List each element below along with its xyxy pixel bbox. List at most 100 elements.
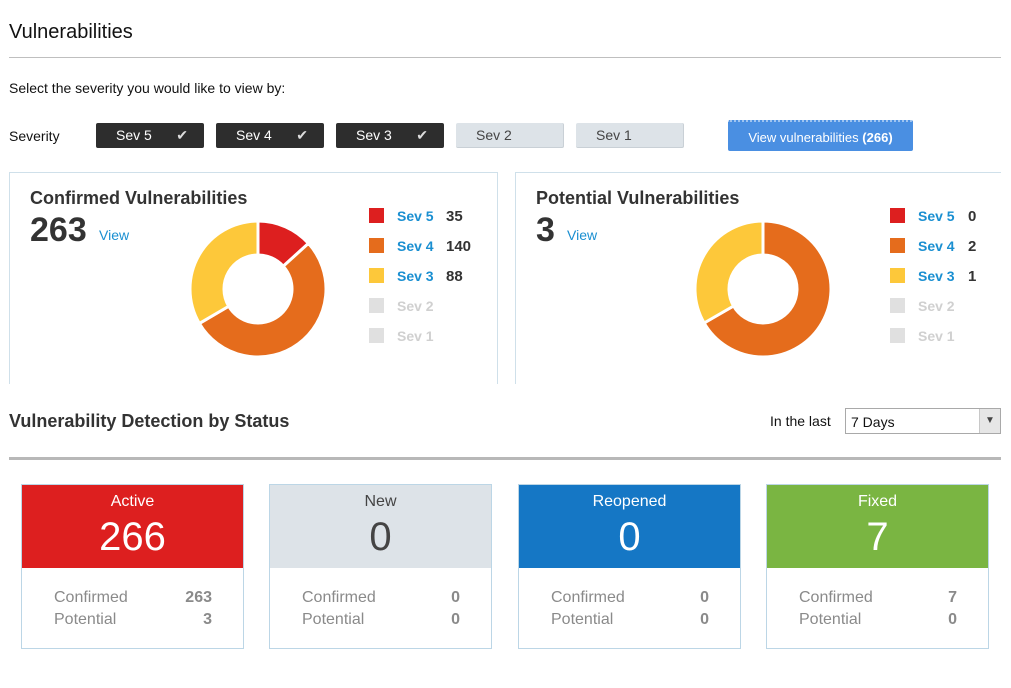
confirmed-legend-swatch xyxy=(369,208,384,223)
confirmed-vulnerabilities-card: Confirmed Vulnerabilities 263 View Sev 5… xyxy=(9,172,498,384)
confirmed-title: Confirmed Vulnerabilities xyxy=(30,188,248,208)
status-tile-header: Fixed 7 xyxy=(767,485,988,568)
sev3-toggle-label: Sev 3 xyxy=(356,127,392,143)
status-tile-potential-row: Potential 0 xyxy=(799,611,957,631)
status-tile-total: 7 xyxy=(866,515,889,559)
sev4-toggle[interactable]: Sev 4 ✔ xyxy=(216,123,324,148)
status-tile-label: Active xyxy=(110,493,155,510)
potential-legend-row[interactable]: Sev 5 0 xyxy=(890,207,1010,225)
status-tile-confirmed-row: Confirmed 263 xyxy=(54,589,212,609)
potential-value: 0 xyxy=(700,611,709,628)
status-tile-total: 0 xyxy=(618,515,641,559)
potential-vulnerabilities-card: Potential Vulnerabilities 3 View Sev 50S… xyxy=(515,172,1001,384)
sev5-toggle[interactable]: Sev 5 ✔ xyxy=(96,123,204,148)
confirmed-value: 0 xyxy=(451,589,460,606)
status-tile-header: New 0 xyxy=(270,485,491,568)
check-icon: ✔ xyxy=(296,127,308,143)
confirmed-value: 263 xyxy=(185,589,212,606)
view-vulnerabilities-count: (266) xyxy=(862,130,893,145)
potential-total: 3 xyxy=(536,211,555,249)
sev1-toggle[interactable]: Sev 1 xyxy=(576,123,684,148)
sev2-toggle-label: Sev 2 xyxy=(476,127,512,143)
severity-prompt: Select the severity you would like to vi… xyxy=(9,80,286,96)
confirmed-legend: Sev 5 35 Sev 4 140 Sev 3 88 Sev 2 Sev 1 xyxy=(369,207,489,347)
status-tile-confirmed-row: Confirmed 0 xyxy=(551,589,709,609)
period-select[interactable]: 7 Days ▼ xyxy=(845,408,1001,434)
status-tile-reopened[interactable]: Reopened 0 Confirmed 0 Potential 0 xyxy=(518,484,741,649)
potential-legend-row[interactable]: Sev 4 2 xyxy=(890,237,1010,255)
severity-label: Severity xyxy=(9,128,60,144)
confirmed-donut-chart xyxy=(188,219,328,359)
status-tile-total: 266 xyxy=(99,515,166,559)
confirmed-legend-row[interactable]: Sev 3 88 xyxy=(369,267,489,285)
potential-legend: Sev 5 0 Sev 4 2 Sev 3 1 Sev 2 Sev 1 xyxy=(890,207,990,347)
potential-donut-chart xyxy=(693,219,833,359)
potential-legend-swatch xyxy=(890,298,905,313)
status-tile-label: New xyxy=(364,493,397,510)
status-tile-potential-row: Potential 0 xyxy=(551,611,709,631)
confirmed-total: 263 xyxy=(30,211,87,249)
confirmed-label: Confirmed xyxy=(551,589,625,606)
title-divider xyxy=(9,57,1001,58)
potential-legend-row[interactable]: Sev 2 xyxy=(890,297,1010,315)
potential-legend-row[interactable]: Sev 3 1 xyxy=(890,267,1010,285)
sev3-toggle[interactable]: Sev 3 ✔ xyxy=(336,123,444,148)
potential-legend-name: Sev 1 xyxy=(918,328,955,344)
status-tile-header: Active 266 xyxy=(22,485,243,568)
chevron-down-icon[interactable]: ▼ xyxy=(979,409,1000,433)
confirmed-legend-row[interactable]: Sev 2 xyxy=(369,297,489,315)
confirmed-legend-row[interactable]: Sev 4 140 xyxy=(369,237,489,255)
confirmed-view-link[interactable]: View xyxy=(99,227,129,243)
period-select-value: 7 Days xyxy=(851,414,895,430)
status-tile-potential-row: Potential 3 xyxy=(54,611,212,631)
potential-label: Potential xyxy=(551,611,614,628)
potential-legend-value: 2 xyxy=(968,238,977,255)
status-section-title: Vulnerability Detection by Status xyxy=(9,411,290,431)
check-icon: ✔ xyxy=(176,127,188,143)
potential-legend-value: 1 xyxy=(968,268,977,285)
confirmed-legend-row[interactable]: Sev 1 xyxy=(369,327,489,345)
confirmed-legend-name: Sev 5 xyxy=(397,208,434,224)
confirmed-legend-name: Sev 4 xyxy=(397,238,434,254)
status-tile-potential-row: Potential 0 xyxy=(302,611,460,631)
potential-value: 0 xyxy=(948,611,957,628)
potential-legend-swatch xyxy=(890,328,905,343)
status-tile-new[interactable]: New 0 Confirmed 0 Potential 0 xyxy=(269,484,492,649)
status-tile-header: Reopened 0 xyxy=(519,485,740,568)
sev5-toggle-label: Sev 5 xyxy=(116,127,152,143)
potential-legend-name: Sev 5 xyxy=(918,208,955,224)
confirmed-slice-sev3 xyxy=(188,219,260,326)
confirmed-legend-name: Sev 2 xyxy=(397,298,434,314)
confirmed-legend-value: 140 xyxy=(446,238,472,255)
potential-legend-name: Sev 2 xyxy=(918,298,955,314)
view-vulnerabilities-label: View vulnerabilities xyxy=(748,130,859,145)
confirmed-legend-name: Sev 3 xyxy=(397,268,434,284)
in-the-last-label: In the last xyxy=(770,413,831,429)
confirmed-legend-value: 35 xyxy=(446,208,463,225)
check-icon: ✔ xyxy=(416,127,428,143)
view-vulnerabilities-button[interactable]: View vulnerabilities (266) xyxy=(728,120,913,151)
potential-legend-swatch xyxy=(890,268,905,283)
status-tile-fixed[interactable]: Fixed 7 Confirmed 7 Potential 0 xyxy=(766,484,989,649)
confirmed-label: Confirmed xyxy=(799,589,873,606)
status-tile-confirmed-row: Confirmed 7 xyxy=(799,589,957,609)
potential-legend-name: Sev 4 xyxy=(918,238,955,254)
confirmed-value: 7 xyxy=(948,589,957,606)
potential-legend-row[interactable]: Sev 1 xyxy=(890,327,1010,345)
potential-legend-swatch xyxy=(890,238,905,253)
sev2-toggle[interactable]: Sev 2 xyxy=(456,123,564,148)
potential-label: Potential xyxy=(54,611,117,628)
confirmed-legend-row[interactable]: Sev 5 35 xyxy=(369,207,489,225)
confirmed-value: 0 xyxy=(700,589,709,606)
sev1-toggle-label: Sev 1 xyxy=(596,127,632,143)
status-tile-label: Reopened xyxy=(592,493,667,510)
status-tile-total: 0 xyxy=(369,515,392,559)
potential-view-link[interactable]: View xyxy=(567,227,597,243)
status-divider xyxy=(9,457,1001,460)
confirmed-label: Confirmed xyxy=(302,589,376,606)
potential-legend-swatch xyxy=(890,208,905,223)
confirmed-legend-swatch xyxy=(369,238,384,253)
sev4-toggle-label: Sev 4 xyxy=(236,127,272,143)
potential-value: 0 xyxy=(451,611,460,628)
status-tile-active[interactable]: Active 266 Confirmed 263 Potential 3 xyxy=(21,484,244,649)
